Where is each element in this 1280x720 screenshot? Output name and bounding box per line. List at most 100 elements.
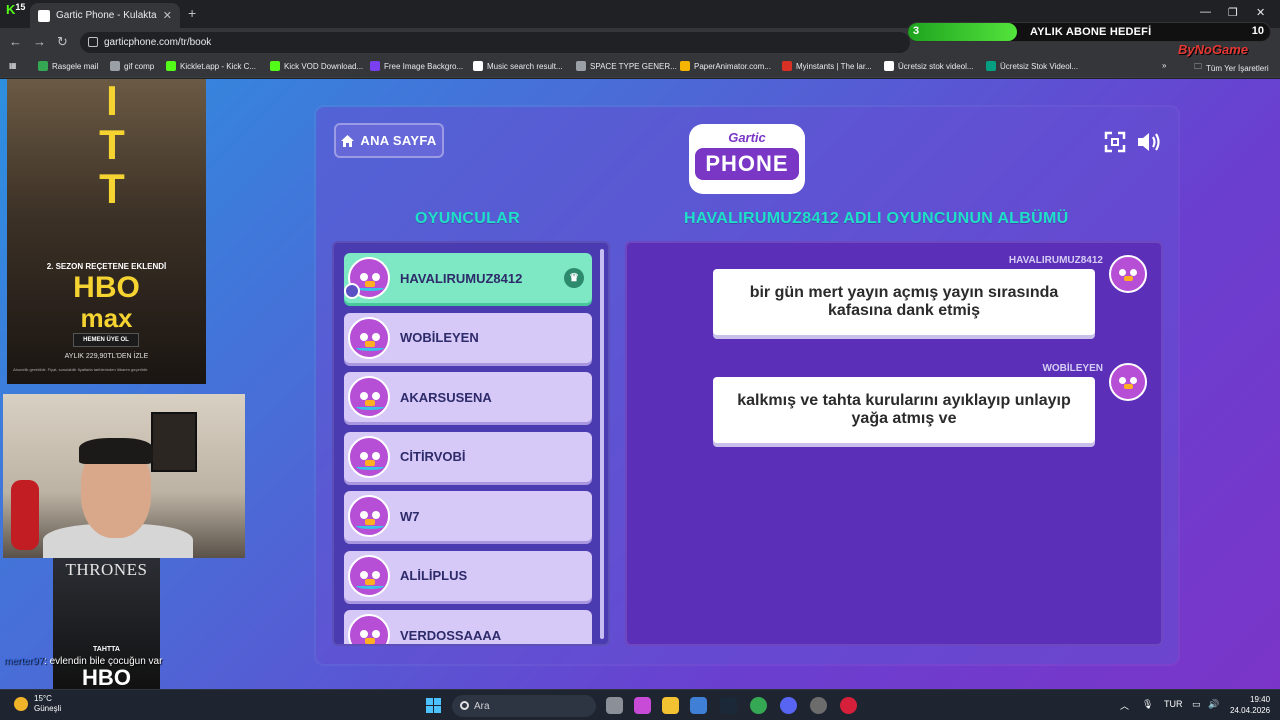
eye-icon bbox=[1130, 269, 1137, 276]
poster-title-letters: I T T bbox=[97, 79, 127, 211]
player-avatar bbox=[348, 495, 390, 537]
bookmark-item[interactable]: gif comp bbox=[110, 61, 154, 71]
ad-fine-print: Abonelik gereklidir. Fiyat, sunulabilir … bbox=[13, 367, 149, 372]
ad-price: AYLIK 229,90TL'DEN İZLE bbox=[64, 353, 149, 360]
network-icon[interactable]: ▭ bbox=[1192, 699, 1201, 710]
weather-temp: 15°C bbox=[34, 694, 52, 703]
bookmark-item[interactable]: Music search result... bbox=[473, 61, 563, 71]
new-tab-button[interactable]: + bbox=[188, 5, 196, 21]
bookmark-favicon-icon bbox=[680, 61, 690, 71]
store-icon[interactable] bbox=[690, 697, 707, 714]
eye-icon bbox=[360, 451, 368, 460]
kick-badge: 15 bbox=[15, 2, 26, 12]
bookmark-favicon-icon bbox=[576, 61, 586, 71]
bookmark-favicon-icon bbox=[38, 61, 48, 71]
opera-icon[interactable] bbox=[840, 697, 857, 714]
widgets-icon[interactable] bbox=[634, 697, 651, 714]
players-scrollbar[interactable] bbox=[600, 249, 604, 639]
player-item[interactable]: ALİLİPLUS bbox=[344, 550, 592, 601]
minimize-button[interactable]: — bbox=[1200, 6, 1211, 18]
eye-icon bbox=[1119, 377, 1126, 384]
logo-phone-text: PHONE bbox=[695, 148, 799, 180]
ad-cta-button[interactable]: HEMEN ÜYE OL bbox=[73, 333, 139, 347]
wave-icon bbox=[356, 345, 384, 351]
bookmark-item[interactable]: Myinstants | The lar... bbox=[782, 61, 872, 71]
goal-label: AYLIK ABONE HEDEFİ bbox=[1030, 26, 1152, 38]
ad-season-text: 2. SEZON REÇETENE EKLENDİ bbox=[46, 262, 167, 271]
home-button[interactable]: ANA SAYFA bbox=[334, 123, 444, 158]
microphone-icon[interactable]: 🎙 bbox=[1142, 699, 1153, 710]
language-indicator[interactable]: TUR bbox=[1164, 699, 1183, 709]
thrones-ad: THRONES TAHTTA HBO bbox=[53, 558, 160, 690]
chrome-icon[interactable] bbox=[750, 697, 767, 714]
kick-logo: K15 bbox=[6, 2, 26, 17]
app-icon[interactable] bbox=[810, 697, 827, 714]
bookmark-label: Rasgele mail bbox=[52, 61, 99, 71]
tab-title: Gartic Phone - Kulaktan Ku... bbox=[56, 10, 157, 21]
taskbar-clock[interactable]: 19:40 24.04.2026 bbox=[1230, 694, 1270, 716]
clock-time: 19:40 bbox=[1250, 695, 1271, 704]
forward-arrow-icon[interactable]: → bbox=[33, 34, 46, 49]
eye-icon bbox=[360, 392, 368, 400]
bookmark-item[interactable]: SPACE TYPE GENER... bbox=[576, 61, 677, 71]
home-button-label: ANA SAYFA bbox=[360, 133, 437, 148]
discord-icon[interactable] bbox=[780, 697, 797, 714]
webcam-feed bbox=[3, 394, 245, 558]
task-view-icon[interactable] bbox=[606, 697, 623, 714]
tray-overflow-icon[interactable]: ︿ bbox=[1120, 699, 1129, 712]
player-avatar bbox=[348, 554, 390, 597]
bookmark-favicon-icon bbox=[884, 61, 894, 71]
maximize-button[interactable]: ❐ bbox=[1228, 6, 1238, 19]
windows-start-icon[interactable] bbox=[426, 698, 441, 713]
eye-icon bbox=[360, 630, 368, 638]
tab-close-icon[interactable]: ✕ bbox=[163, 9, 172, 22]
bookmark-item[interactable]: Ücretsiz Stok Videol... bbox=[986, 61, 1078, 71]
host-crown-icon: ♛ bbox=[564, 268, 584, 288]
bookmark-item[interactable]: Free Image Backgro... bbox=[370, 61, 463, 71]
message-author: WOBİLEYEN bbox=[1042, 363, 1103, 374]
subscriber-goal-bar: 3 AYLIK ABONE HEDEFİ 10 bbox=[907, 22, 1271, 42]
player-item[interactable]: W7 bbox=[344, 491, 592, 541]
url-text: garticphone.com/tr/book bbox=[104, 37, 212, 48]
back-arrow-icon[interactable]: ← bbox=[9, 34, 22, 49]
volume-icon[interactable]: 🔊 bbox=[1208, 699, 1219, 710]
apps-grid-icon[interactable]: ▦ bbox=[9, 61, 17, 70]
site-info-icon[interactable] bbox=[88, 37, 98, 47]
player-item[interactable]: CİTİRVOBİ bbox=[344, 431, 592, 482]
taskbar-search[interactable]: Ara bbox=[452, 695, 596, 717]
browser-tab[interactable]: Gartic Phone - Kulaktan Ku... ✕ bbox=[30, 3, 180, 28]
bookmark-label: PaperAnimator.com... bbox=[694, 61, 771, 71]
taskbar-search-label: Ara bbox=[474, 700, 490, 712]
url-input[interactable]: garticphone.com/tr/book bbox=[80, 32, 910, 53]
bookmarks-bar: ▦ Rasgele mail gif comp Kicklet.app - Kick… bbox=[0, 56, 1280, 78]
sound-icon[interactable] bbox=[1136, 131, 1162, 153]
file-explorer-icon[interactable] bbox=[662, 697, 679, 714]
player-item[interactable]: AKARSUSENA bbox=[344, 372, 592, 422]
message-bubble: bir gün mert yayın açmış yayın sırasında… bbox=[713, 269, 1095, 335]
bookmark-favicon-icon bbox=[986, 61, 996, 71]
beak-icon bbox=[1124, 276, 1133, 281]
steam-icon[interactable] bbox=[720, 697, 737, 714]
player-avatar bbox=[348, 614, 390, 644]
player-item[interactable]: WOBİLEYEN bbox=[344, 312, 592, 363]
close-window-button[interactable]: ✕ bbox=[1256, 6, 1265, 19]
eye-icon bbox=[372, 511, 380, 519]
bookmark-label: Music search result... bbox=[487, 61, 563, 71]
player-item[interactable]: VERDOSSAAAA bbox=[344, 610, 592, 644]
all-bookmarks-link[interactable]: 🗀 Tüm Yer İşaretleri bbox=[1194, 61, 1269, 75]
reload-icon[interactable]: ↻ bbox=[57, 34, 68, 50]
player-name: WOBİLEYEN bbox=[400, 330, 479, 345]
clock-date: 24.04.2026 bbox=[1230, 706, 1271, 715]
weather-widget[interactable]: 15°C Güneşli bbox=[14, 694, 61, 714]
bookmark-item[interactable]: Kicklet.app - Kick C... bbox=[166, 61, 256, 71]
bookmarks-overflow-icon[interactable]: » bbox=[1162, 61, 1166, 70]
fullscreen-icon[interactable] bbox=[1104, 131, 1126, 153]
wave-icon bbox=[356, 285, 384, 291]
bookmark-item[interactable]: Kick VOD Download... bbox=[270, 61, 363, 71]
bookmark-item[interactable]: Ücretsiz stok videol... bbox=[884, 61, 974, 71]
player-item[interactable]: HAVALIRUMUZ8412 ♛ bbox=[344, 253, 592, 303]
bookmark-item[interactable]: Rasgele mail bbox=[38, 61, 98, 71]
eye-icon bbox=[372, 451, 380, 460]
album-panel: HAVALIRUMUZ8412 bir gün mert yayın açmış… bbox=[625, 241, 1163, 646]
bookmark-item[interactable]: PaperAnimator.com... bbox=[680, 61, 771, 71]
